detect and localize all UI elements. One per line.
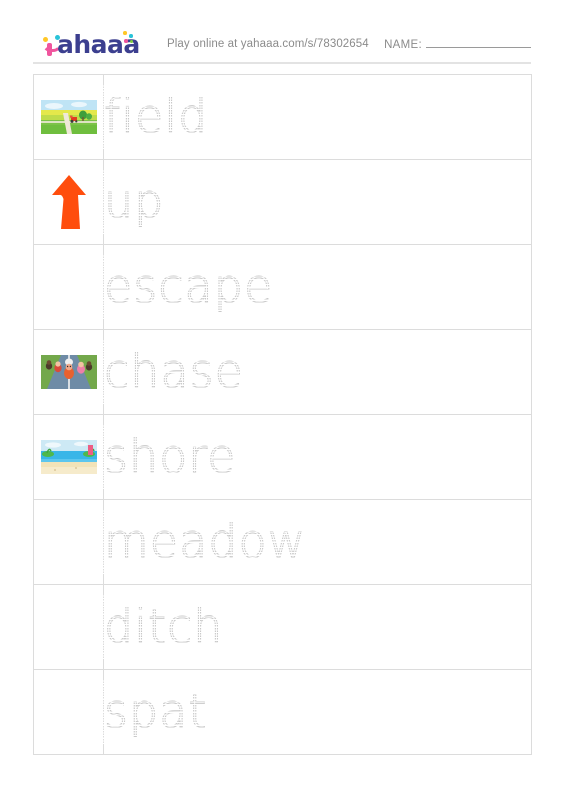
table-row: spat (33, 669, 532, 755)
name-input-line[interactable] (426, 38, 531, 48)
row-word-cell: shore (99, 414, 532, 500)
farm-field-landscape-icon (40, 100, 97, 134)
play-online-url[interactable]: Play online at yahaaa.com/s/78302654 (167, 38, 369, 50)
logo-y-stem (46, 43, 52, 56)
row-word-cell: up (99, 159, 532, 245)
row-image-cell (33, 329, 104, 415)
row-word-cell: ditch (99, 584, 532, 670)
runners-on-road-chase-icon (40, 355, 97, 389)
row-image-cell (33, 584, 104, 670)
confetti-dot-pink-icon (124, 39, 128, 43)
row-word-cell: meadow (99, 499, 532, 585)
row-word-cell: escape (99, 244, 532, 330)
table-row: chase (33, 329, 532, 415)
trace-word: escape (99, 255, 278, 319)
trace-word: chase (100, 340, 248, 404)
yahaaa-logo[interactable]: ahaaa (33, 26, 140, 58)
row-image-cell (33, 669, 104, 755)
tracing-worksheet-table: field up escape chase shore meadow ditch… (33, 74, 532, 755)
row-word-cell: chase (100, 329, 532, 415)
name-field-block: NAME: (384, 38, 531, 51)
table-row: field (33, 74, 532, 160)
trace-word: ditch (99, 595, 228, 659)
worksheet-rows: field up escape chase shore meadow ditch… (33, 74, 532, 755)
table-row: shore (33, 414, 532, 500)
logo-confetti-icon (123, 31, 135, 45)
row-image-cell (33, 159, 104, 245)
confetti-dot-teal-icon (129, 34, 133, 38)
row-image-cell (33, 74, 104, 160)
trace-word: shore (99, 425, 241, 489)
trace-word: up (99, 170, 169, 234)
up-arrow-svg (51, 175, 86, 229)
confetti-dot-green-icon (130, 40, 133, 43)
beach-shore-landscape-icon (40, 440, 97, 474)
row-word-cell: spat (99, 669, 532, 755)
table-row: up (33, 159, 532, 245)
row-image-cell (33, 414, 104, 500)
trace-word: field (99, 85, 213, 149)
confetti-dot-yellow-icon (123, 31, 127, 35)
logo-y-smiley-icon (40, 35, 62, 56)
row-image-cell (33, 244, 104, 330)
table-row: escape (33, 244, 532, 330)
row-word-cell: field (99, 74, 532, 160)
page-header: ahaaa Play online at yahaaa.com/s/783026… (0, 0, 565, 66)
farm-field-svg (40, 100, 97, 134)
chase-svg (40, 355, 97, 389)
row-image-cell (33, 499, 104, 585)
orange-up-arrow-icon (41, 173, 97, 231)
header-divider (33, 62, 531, 64)
table-row: meadow (33, 499, 532, 585)
trace-word: spat (99, 680, 212, 744)
trace-word: meadow (99, 510, 311, 574)
shore-svg (40, 440, 97, 474)
name-label: NAME: (384, 39, 422, 51)
table-row: ditch (33, 584, 532, 670)
